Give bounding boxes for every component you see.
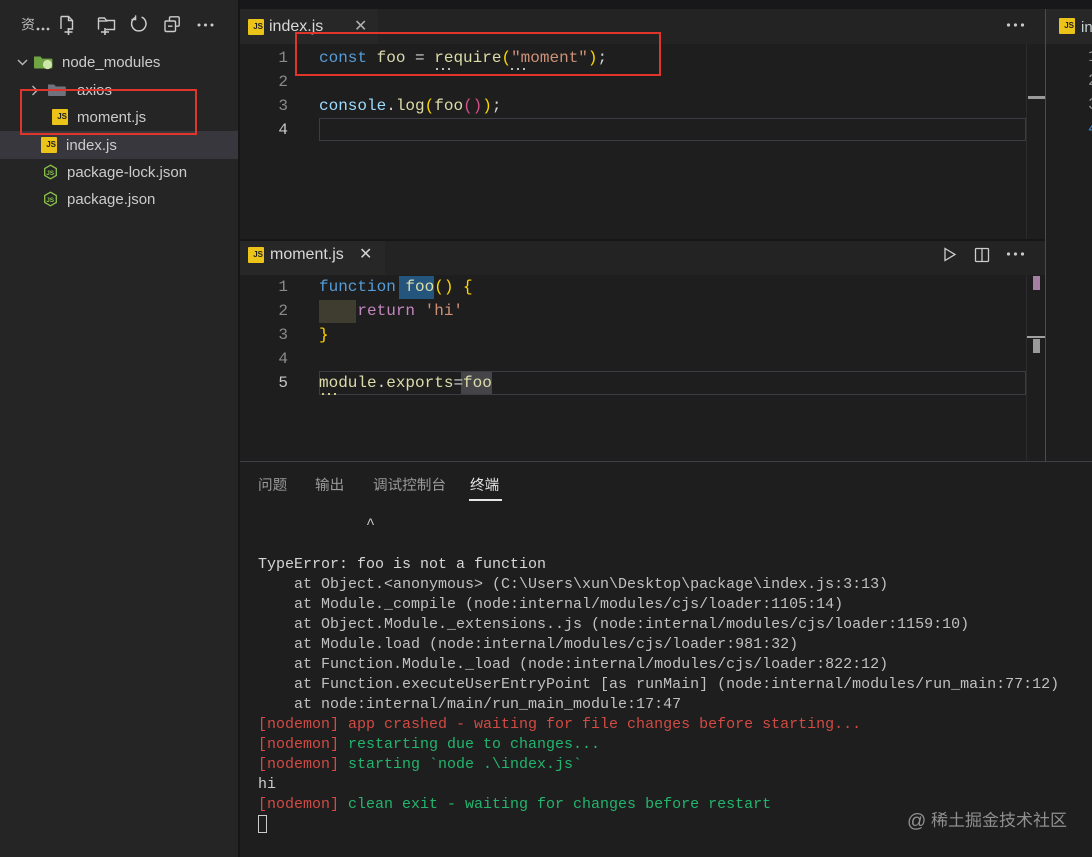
svg-text:JS: JS — [46, 170, 55, 177]
svg-text:JS: JS — [46, 197, 55, 204]
